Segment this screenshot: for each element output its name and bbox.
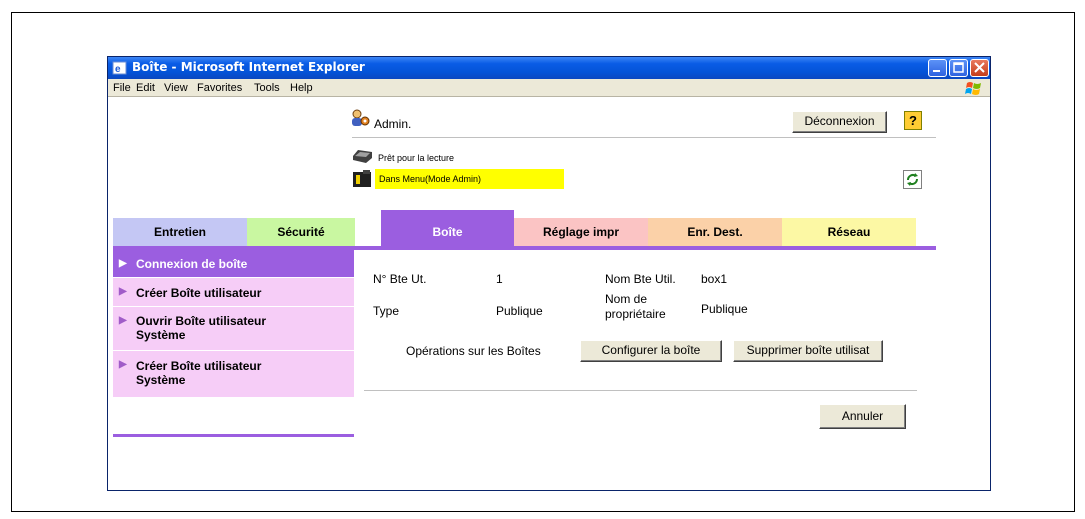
- menu-file[interactable]: File: [113, 82, 131, 94]
- box-name-label: Nom Bte Util.: [605, 272, 676, 286]
- tab-enr-dest[interactable]: Enr. Dest.: [648, 218, 782, 246]
- box-number-value: 1: [496, 272, 503, 286]
- close-button[interactable]: [970, 59, 989, 77]
- arrow-icon: ▶: [119, 359, 127, 370]
- admin-icon: [352, 109, 370, 126]
- menu-tools[interactable]: Tools: [254, 82, 280, 94]
- help-button[interactable]: ?: [904, 111, 922, 130]
- tab-reseau[interactable]: Réseau: [782, 218, 916, 246]
- refresh-icon: [907, 173, 918, 186]
- maximize-button[interactable]: [949, 59, 968, 77]
- sidebar-item-label: Créer Boîte utilisateur: [136, 286, 262, 300]
- box-type-value: Publique: [496, 304, 543, 318]
- menu-edit[interactable]: Edit: [136, 82, 155, 94]
- page-content: Admin. Déconnexion ? Prêt pour la lectur…: [108, 98, 990, 490]
- tab-securite[interactable]: Sécurité: [247, 218, 355, 246]
- printer-icon: [353, 150, 372, 163]
- box-number-label: N° Bte Ut.: [373, 272, 427, 286]
- minimize-button[interactable]: [928, 59, 947, 77]
- header-divider: [352, 137, 936, 139]
- tab-reglage-impr[interactable]: Réglage impr: [514, 218, 648, 246]
- sidebar-item-label: Connexion de boîte: [136, 257, 248, 271]
- sidebar-item-ouvrir-systeme[interactable]: ▶ Ouvrir Boîte utilisateur Système: [113, 307, 354, 351]
- arrow-icon: ▶: [119, 286, 127, 297]
- tab-boite[interactable]: Boîte: [381, 210, 514, 246]
- printer-mode-icon: [353, 170, 371, 187]
- configure-box-button[interactable]: Configurer la boîte: [580, 340, 722, 362]
- arrow-icon: ▶: [119, 258, 127, 269]
- sidebar-item-label: Ouvrir Boîte utilisateur Système: [136, 314, 267, 342]
- close-icon: [974, 62, 985, 73]
- logout-button[interactable]: Déconnexion: [792, 111, 887, 133]
- maximize-icon: [953, 62, 964, 73]
- tab-entretien[interactable]: Entretien: [113, 218, 247, 246]
- status-mode: Dans Menu(Mode Admin): [375, 169, 564, 189]
- menu-favorites[interactable]: Favorites: [197, 82, 242, 94]
- sidebar-item-creer-systeme[interactable]: ▶ Créer Boîte utilisateur Système: [113, 351, 354, 398]
- refresh-button[interactable]: [903, 170, 922, 189]
- sidebar-bottom-bar: [113, 434, 354, 437]
- sidebar-item-connexion[interactable]: ▶ Connexion de boîte: [113, 250, 354, 278]
- delete-box-button[interactable]: Supprimer boîte utilisat: [733, 340, 883, 362]
- window-title: Boîte - Microsoft Internet Explorer: [132, 60, 365, 74]
- minimize-icon: [933, 70, 940, 72]
- browser-window: e Boîte - Microsoft Internet Explorer Fi…: [107, 56, 991, 491]
- title-bar[interactable]: e Boîte - Microsoft Internet Explorer: [108, 57, 990, 79]
- windows-flag-icon: [965, 82, 981, 95]
- operations-label: Opérations sur les Boîtes: [406, 344, 541, 358]
- admin-label: Admin.: [374, 117, 412, 131]
- box-name-value: box1: [701, 272, 728, 286]
- cancel-button[interactable]: Annuler: [819, 404, 906, 429]
- menu-bar: File Edit View Favorites Tools Help: [108, 79, 990, 97]
- status-ready: Prêt pour la lecture: [378, 153, 455, 163]
- sidebar-item-creer[interactable]: ▶ Créer Boîte utilisateur: [113, 278, 354, 307]
- box-type-label: Type: [373, 304, 400, 318]
- arrow-icon: ▶: [119, 315, 127, 326]
- menu-view[interactable]: View: [164, 82, 188, 94]
- sidebar-item-label: Créer Boîte utilisateur Système: [136, 359, 262, 387]
- content-divider: [364, 390, 917, 392]
- svg-text:e: e: [115, 64, 121, 75]
- box-owner-label: Nom de propriétaire: [605, 292, 666, 321]
- ie-icon: e: [112, 61, 127, 75]
- box-owner-value: Publique: [701, 302, 748, 316]
- menu-help[interactable]: Help: [290, 82, 313, 94]
